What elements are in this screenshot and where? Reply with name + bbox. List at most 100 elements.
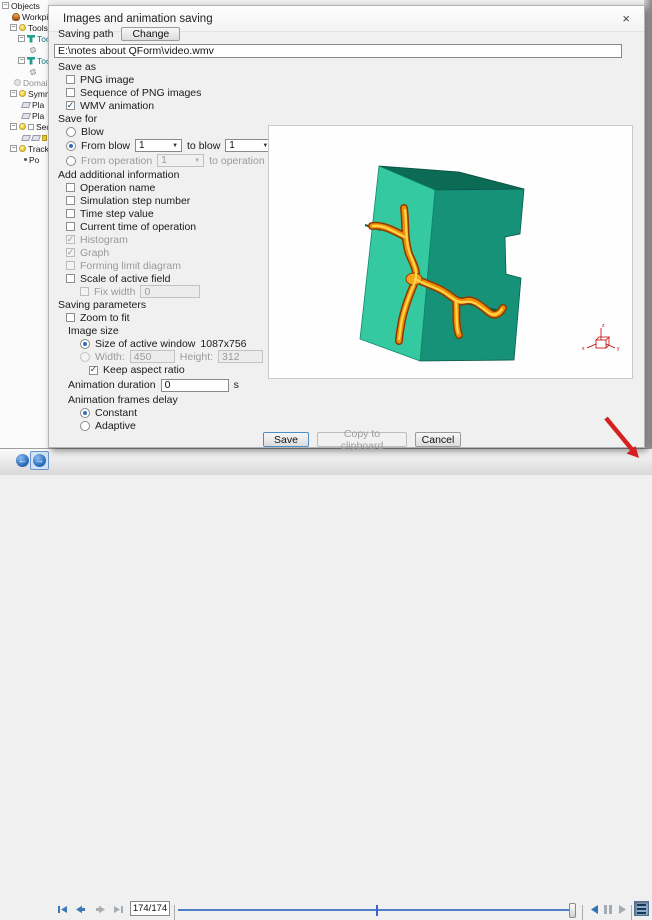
tree-item-label: Tools [28, 23, 48, 33]
tree-item-domains[interactable]: Domai [0, 77, 48, 88]
visibility-bulb-icon[interactable] [19, 90, 26, 97]
animation-duration-unit: s [234, 379, 239, 391]
tree-item-workpiece[interactable]: Workpi [0, 11, 48, 22]
tree-item-label: Objects [11, 1, 40, 11]
toolbar-separator [582, 905, 583, 920]
operation-name-checkbox[interactable] [66, 183, 75, 192]
keep-aspect-ratio-checkbox[interactable] [89, 366, 98, 375]
save-as-header: Save as [58, 61, 96, 73]
forming-limit-label: Forming limit diagram [80, 260, 181, 272]
tree-item-tool-1[interactable]: Too [0, 33, 48, 44]
simulation-step-checkbox[interactable] [66, 196, 75, 205]
to-blow-select[interactable]: 1▼ [225, 139, 272, 152]
from-blow-value: 1 [139, 140, 145, 151]
saving-parameters-header: Saving parameters [58, 299, 146, 311]
collapse-icon[interactable] [10, 24, 17, 31]
height-input [218, 350, 263, 363]
wmv-animation-checkbox[interactable] [66, 101, 75, 110]
dialog-title: Images and animation saving [63, 13, 618, 25]
frames-list-button[interactable] [634, 901, 649, 916]
history-back-button[interactable] [16, 454, 29, 467]
collapse-icon[interactable] [2, 2, 9, 9]
preview-3d-model: z x y [269, 126, 632, 378]
tree-item-points[interactable]: Po [0, 154, 48, 165]
saving-path-input[interactable] [54, 44, 622, 58]
tree-item-tools[interactable]: Tools [0, 22, 48, 33]
tree-item-tracking[interactable]: Trackin [0, 143, 48, 154]
from-operation-radio[interactable] [66, 156, 76, 166]
collapse-icon[interactable] [10, 145, 17, 152]
from-blow-radio[interactable] [66, 141, 76, 151]
copy-to-clipboard-button: Copy to clipboard [317, 432, 407, 447]
graph-label: Graph [80, 247, 109, 259]
tree-item-label: Workpi [22, 12, 48, 22]
wmv-animation-label: WMV animation [80, 100, 154, 112]
first-frame-button[interactable] [56, 903, 69, 916]
play-forward-button[interactable] [617, 903, 629, 916]
collapse-icon[interactable] [10, 90, 17, 97]
from-blow-select[interactable]: 1▼ [135, 139, 182, 152]
visibility-bulb-icon[interactable] [19, 145, 26, 152]
adaptive-radio[interactable] [80, 421, 90, 431]
preview-viewport: z x y [268, 125, 633, 379]
save-button[interactable]: Save [263, 432, 309, 447]
current-time-label: Current time of operation [80, 221, 196, 233]
custom-size-radio[interactable] [80, 352, 90, 362]
collapse-icon[interactable] [10, 123, 17, 130]
section-checkbox-icon[interactable] [28, 124, 34, 130]
previous-frame-button[interactable] [74, 903, 87, 916]
collapse-icon[interactable] [18, 35, 25, 42]
adaptive-label: Adaptive [95, 420, 136, 432]
frame-counter-input[interactable] [130, 901, 170, 916]
size-active-window-radio[interactable] [80, 339, 90, 349]
collapse-icon[interactable] [18, 57, 25, 64]
app-edge-strip [644, 0, 652, 448]
timeline-operation-marker [376, 905, 378, 916]
animation-duration-input[interactable] [161, 379, 229, 392]
height-label: Height: [180, 351, 213, 363]
scale-active-field-checkbox[interactable] [66, 274, 75, 283]
image-size-header: Image size [68, 325, 119, 337]
timeline-handle[interactable] [569, 903, 576, 918]
frame-timeline-slider[interactable] [178, 901, 578, 920]
zoom-to-fit-checkbox[interactable] [66, 313, 75, 322]
history-forward-button[interactable] [33, 454, 46, 467]
tree-item-tool-2[interactable]: Too [0, 55, 48, 66]
png-sequence-checkbox[interactable] [66, 88, 75, 97]
png-image-checkbox[interactable] [66, 75, 75, 84]
plane-icon [31, 135, 41, 141]
tree-item-section-planes[interactable] [0, 132, 48, 143]
tree-item-symmetry[interactable]: Symme [0, 88, 48, 99]
tree-item-tool-2-drive[interactable] [0, 66, 48, 77]
change-path-button[interactable]: Change [121, 27, 180, 41]
visibility-bulb-icon[interactable] [19, 24, 26, 31]
png-sequence-label: Sequence of PNG images [80, 87, 201, 99]
plane-icon [21, 113, 31, 119]
pause-button[interactable] [602, 903, 614, 916]
frames-delay-header: Animation frames delay [68, 394, 178, 406]
tree-item-section[interactable]: Sect [0, 121, 48, 132]
time-step-checkbox[interactable] [66, 209, 75, 218]
save-for-header: Save for [58, 113, 97, 125]
cancel-button[interactable]: Cancel [415, 432, 461, 447]
time-step-label: Time step value [80, 208, 154, 220]
toolbar-separator [174, 905, 175, 920]
tool-icon [27, 35, 35, 43]
last-frame-button[interactable] [112, 903, 125, 916]
play-backward-button[interactable] [588, 903, 600, 916]
close-icon[interactable]: × [618, 11, 634, 26]
tree-item-label: Too [37, 56, 48, 66]
visibility-bulb-icon[interactable] [19, 123, 26, 130]
tree-item-plane-1[interactable]: Pla [0, 99, 48, 110]
constant-radio[interactable] [80, 408, 90, 418]
tree-item-label: Pla [32, 100, 44, 110]
next-frame-button[interactable] [94, 903, 107, 916]
visibility-bulb-icon[interactable] [14, 79, 21, 86]
tree-item-plane-2[interactable]: Pla [0, 110, 48, 121]
current-time-checkbox[interactable] [66, 222, 75, 231]
blow-radio[interactable] [66, 127, 76, 137]
tree-item-label: Pla [32, 111, 44, 121]
size-active-window-value: 1087x756 [200, 338, 246, 350]
tree-item-objects[interactable]: Objects [0, 0, 48, 11]
tree-item-tool-1-drive[interactable] [0, 44, 48, 55]
